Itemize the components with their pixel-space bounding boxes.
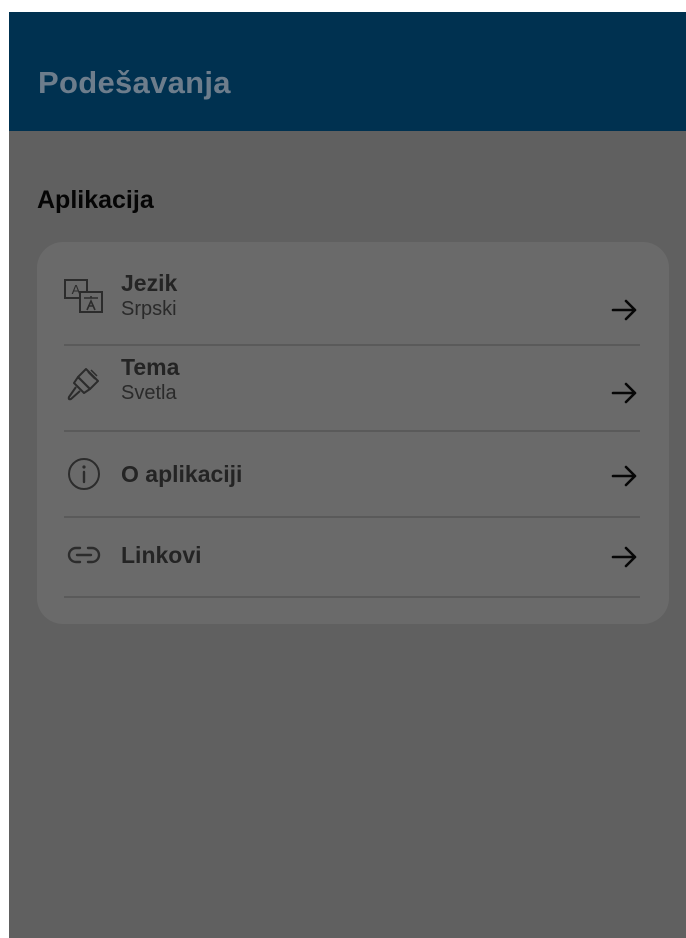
divider (64, 596, 640, 598)
settings-item-about-title: O aplikaciji (121, 461, 243, 487)
translate-icon: A (64, 277, 104, 317)
settings-item-theme[interactable]: Tema Svetla (64, 346, 640, 432)
settings-item-about-text: O aplikaciji (121, 461, 242, 488)
settings-item-theme-text: Tema Svetla (121, 354, 179, 405)
arrow-right-icon (611, 465, 637, 487)
link-icon (64, 535, 104, 575)
settings-item-links-title: Linkovi (121, 542, 202, 568)
settings-item-language-text: Jezik Srpski (121, 270, 177, 321)
page-title: Podešavanja (38, 65, 231, 100)
app-bar: Podešavanja (9, 12, 686, 131)
paintbrush-icon (64, 363, 104, 403)
settings-item-links-text: Linkovi (121, 542, 202, 569)
arrow-right-icon (611, 382, 637, 404)
settings-item-language-title: Jezik (121, 270, 178, 296)
settings-item-about[interactable]: O aplikaciji (64, 432, 640, 518)
settings-screen: Podešavanja Aplikacija A Jezik Srpski Te… (9, 12, 686, 938)
settings-item-theme-title: Tema (121, 354, 180, 380)
arrow-right-icon (611, 299, 637, 321)
section-title-application: Aplikacija (37, 186, 154, 214)
settings-card: A Jezik Srpski Tema Svetla O aplikaciji … (37, 242, 669, 624)
settings-item-language-value: Srpski (121, 298, 177, 320)
settings-item-theme-value: Svetla (121, 382, 177, 404)
arrow-right-icon (611, 546, 637, 568)
settings-item-language[interactable]: A Jezik Srpski (64, 265, 640, 346)
settings-item-links[interactable]: Linkovi (64, 518, 640, 598)
info-icon (64, 454, 104, 494)
